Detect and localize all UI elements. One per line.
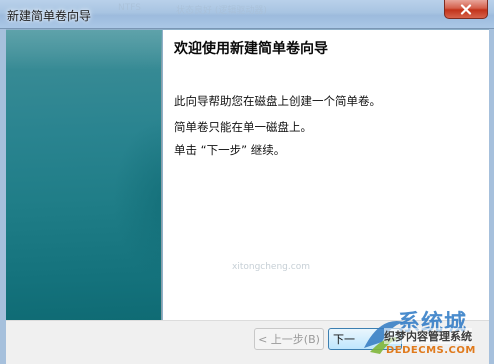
watermark-site: xitongcheng.com	[232, 262, 310, 272]
wizard-banner	[6, 30, 162, 320]
wizard-description: 简单卷只能在单一磁盘上。	[174, 120, 312, 134]
wizard-content-panel	[163, 30, 489, 320]
wizard-banner-highlight	[6, 30, 162, 70]
title-bar[interactable]: NTFS 状态良好 (逻辑驱动器) 新建简单卷向导	[0, 0, 494, 29]
close-button[interactable]	[444, 0, 488, 19]
watermark-url: DEDECMS.COM	[386, 345, 476, 356]
window-title: 新建简单卷向导	[7, 9, 92, 23]
wizard-instruction: 单击 “下一步” 继续。	[174, 143, 286, 157]
background-text: NTFS	[118, 3, 141, 13]
background-text: 状态良好 (逻辑驱动器)	[176, 6, 267, 16]
close-icon	[460, 3, 472, 15]
wizard-heading: 欢迎使用新建简单卷向导	[174, 41, 328, 57]
watermark-cms: 织梦内容管理系统	[384, 328, 472, 344]
back-button[interactable]: < 上一步(B)	[254, 328, 324, 350]
wizard-description: 此向导帮助您在磁盘上创建一个简单卷。	[174, 94, 381, 108]
